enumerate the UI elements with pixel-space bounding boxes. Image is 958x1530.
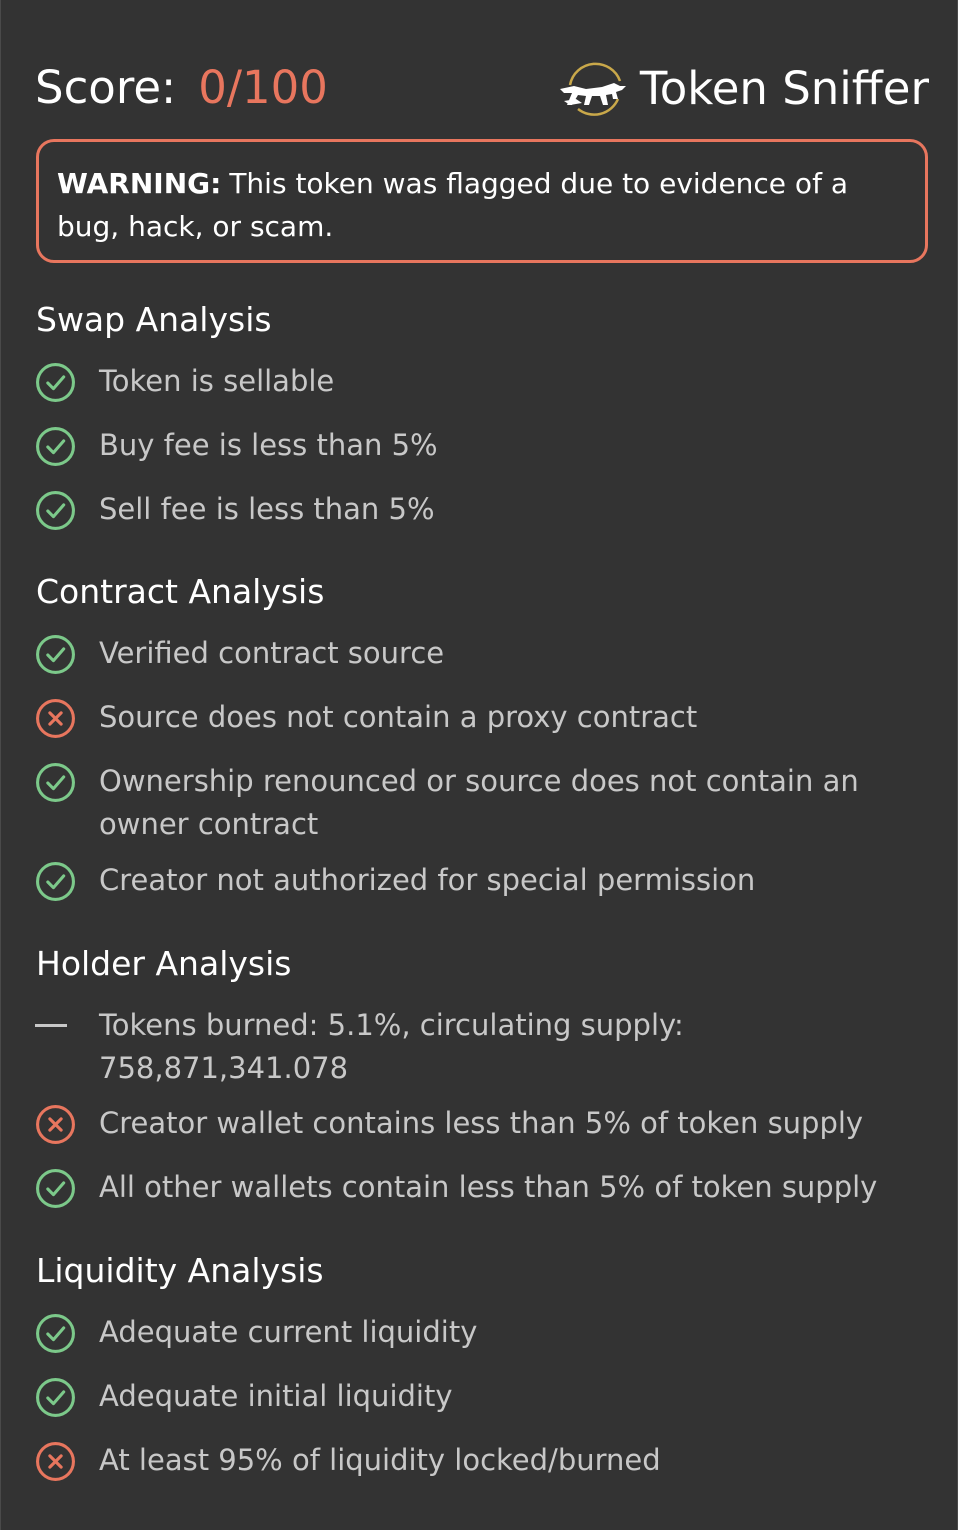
contract-analysis-title: Contract Analysis <box>36 572 325 611</box>
check-text: Source does not contain a proxy contract <box>99 700 698 734</box>
check-circle-icon <box>35 1168 76 1209</box>
brand[interactable]: Token Sniffer <box>556 56 929 122</box>
check-text: Adequate current liquidity <box>99 1315 478 1349</box>
check-circle-icon <box>35 1377 76 1418</box>
check-circle-icon <box>35 1313 76 1354</box>
check-text: Verified contract source <box>99 636 445 670</box>
warning-banner: WARNING: This token was flagged due to ev… <box>36 139 928 263</box>
check-text: Adequate initial liquidity <box>99 1379 453 1413</box>
dash-icon <box>35 1024 67 1027</box>
score-value: 0/100 <box>198 61 328 114</box>
x-circle-icon <box>35 1441 76 1482</box>
check-circle-icon <box>35 861 76 902</box>
brand-name: Token Sniffer <box>639 62 929 115</box>
check-text: All other wallets contain less than 5% o… <box>99 1170 878 1204</box>
check-text: Creator not authorized for special permi… <box>99 863 756 897</box>
check-circle-icon <box>35 490 76 531</box>
warning-label: WARNING: <box>57 167 222 200</box>
score-label: Score: <box>35 61 177 114</box>
holder-analysis-title: Holder Analysis <box>36 944 292 983</box>
check-text: Sell fee is less than 5% <box>99 492 435 526</box>
check-text: Buy fee is less than 5% <box>99 428 438 462</box>
check-text: Tokens burned: 5.1%, circulating supply:… <box>99 1008 684 1085</box>
score: Score: 0/100 <box>35 60 328 116</box>
card-header: Score: 0/100 Token Sniffer <box>35 56 929 126</box>
check-circle-icon <box>35 634 76 675</box>
check-text: Token is sellable <box>99 364 335 398</box>
liquidity-analysis-title: Liquidity Analysis <box>36 1251 324 1290</box>
swap-analysis-title: Swap Analysis <box>36 300 272 339</box>
check-text: At least 95% of liquidity locked/burned <box>99 1443 661 1477</box>
check-circle-icon <box>35 362 76 403</box>
check-circle-icon <box>35 762 76 803</box>
check-text: Creator wallet contains less than 5% of … <box>99 1106 864 1140</box>
x-circle-icon <box>35 698 76 739</box>
token-sniffer-card: Score: 0/100 Token Sniffer WARNING: This t… <box>0 0 958 1530</box>
check-circle-icon <box>35 426 76 467</box>
x-circle-icon <box>35 1104 76 1145</box>
panther-logo-icon <box>559 62 626 116</box>
check-text: Ownership renounced or source does not c… <box>99 764 859 841</box>
